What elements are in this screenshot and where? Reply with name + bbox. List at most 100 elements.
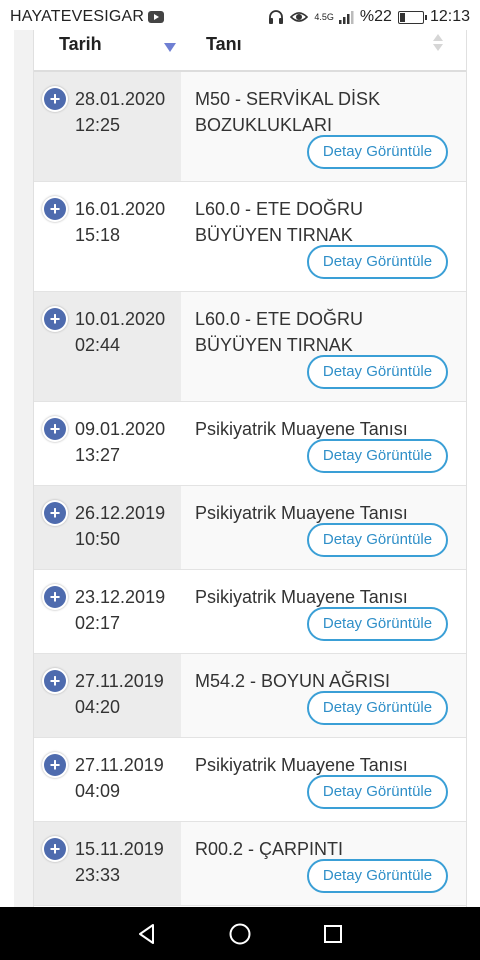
expand-row-icon[interactable]: + [44,670,66,692]
expand-row-icon[interactable]: + [44,838,66,860]
date-value: 09.01.2020 13:27 [75,416,165,468]
expand-row-icon[interactable]: + [44,308,66,330]
diagnosis-cell: Psikiyatrik Muayene Tanısı Detay Görüntül… [181,738,466,821]
expand-row-icon[interactable]: + [44,418,66,440]
detail-view-button[interactable]: Detay Görüntüle [307,691,448,725]
diagnosis-cell: M50 - SERVİKAL DİSK BOZUKLUKLARI Detay Gör… [181,72,466,181]
time-text: 02:44 [75,335,121,355]
date-value: 27.11.2019 04:20 [75,668,164,720]
time-text: 23:33 [75,865,121,885]
time-text: 15:18 [75,225,121,245]
time-text: 02:17 [75,613,121,633]
date-cell: +23.12.2019 02:17 [34,570,181,653]
table-row: +10.01.2020 02:44 L60.0 - ETE DOĞRU BÜYÜYEN… [34,292,466,402]
diagnosis-text: L60.0 - ETE DOĞRU BÜYÜYEN TIRNAK [195,196,445,248]
date-cell: +09.01.2020 13:27 [34,402,181,485]
time-text: 10:50 [75,529,121,549]
eye-comfort-icon [290,10,309,24]
diagnosis-table: Tarih Tanı +28.01.2020 12:25 M50 - SERVİKA… [33,30,467,910]
column-header-diagnosis[interactable]: Tanı [206,34,242,55]
detail-view-button[interactable]: Detay Görüntüle [307,607,448,641]
time-text: 13:27 [75,445,121,465]
date-cell: +15.11.2019 23:33 [34,822,181,905]
signal-strength-icon [338,10,354,24]
column-header-date[interactable]: Tarih [59,34,102,55]
time-text: 04:09 [75,781,121,801]
android-nav-bar [0,907,480,960]
diagnosis-cell: L60.0 - ETE DOĞRU BÜYÜYEN TIRNAK Detay Gör… [181,292,466,401]
notification-app-name: HAYATEVESIGAR [10,8,145,25]
time-text: 12:25 [75,115,121,135]
battery-percent: %22 [359,8,392,25]
date-text: 27.11.2019 [75,755,164,775]
content-background: Tarih Tanı +28.01.2020 12:25 M50 - SERVİKA… [14,30,467,910]
date-text: 16.01.2020 [75,199,166,219]
diagnosis-line: M50 - SERVİKAL DİSK [195,89,381,109]
clock: 12:13 [429,8,470,25]
date-text: 10.01.2020 [75,309,166,329]
date-cell: +26.12.2019 10:50 [34,486,181,569]
diagnosis-cell: Psikiyatrik Muayene Tanısı Detay Görüntül… [181,486,466,569]
expand-row-icon[interactable]: + [44,198,66,220]
home-icon[interactable] [228,922,252,946]
detail-view-button[interactable]: Detay Görüntüle [307,775,448,809]
battery-icon [397,10,427,24]
detail-view-button[interactable]: Detay Görüntüle [307,859,448,893]
diagnosis-cell: Psikiyatrik Muayene Tanısı Detay Görüntül… [181,570,466,653]
table-header: Tarih Tanı [34,30,466,72]
detail-view-button[interactable]: Detay Görüntüle [307,135,448,169]
diagnosis-cell: R00.2 - ÇARPINTI Detay Görüntüle [181,822,466,905]
table-row: +27.11.2019 04:09 Psikiyatrik Muayene Tanı… [34,738,466,822]
expand-row-icon[interactable]: + [44,754,66,776]
date-value: 27.11.2019 04:09 [75,752,164,804]
diagnosis-cell: L60.0 - ETE DOĞRU BÜYÜYEN TIRNAK Detay Gör… [181,182,466,291]
detail-view-button[interactable]: Detay Görüntüle [307,439,448,473]
date-text: 09.01.2020 [75,419,166,439]
date-cell: +27.11.2019 04:20 [34,654,181,737]
diagnosis-line: L60.0 - ETE DOĞRU [195,199,364,219]
table-row: +26.12.2019 10:50 Psikiyatrik Muayene Tanı… [34,486,466,570]
table-row: +28.01.2020 12:25 M50 - SERVİKAL DİSK BOZUK… [34,72,466,182]
network-type-label: 4.5G [314,11,334,22]
date-value: 26.12.2019 10:50 [75,500,165,552]
diagnosis-text: L60.0 - ETE DOĞRU BÜYÜYEN TIRNAK [195,306,445,358]
back-icon[interactable] [135,922,159,946]
table-row: +27.11.2019 04:20 M54.2 - BOYUN AĞRISI Deta… [34,654,466,738]
date-value: 28.01.2020 12:25 [75,86,165,138]
date-value: 10.01.2020 02:44 [75,306,165,358]
detail-view-button[interactable]: Detay Görüntüle [307,245,448,279]
recent-apps-icon[interactable] [321,922,345,946]
detail-view-button[interactable]: Detay Görüntüle [307,523,448,557]
youtube-notification-icon [148,11,165,23]
date-text: 28.01.2020 [75,89,166,109]
date-text: 26.12.2019 [75,503,166,523]
table-row: +15.11.2019 23:33 R00.2 - ÇARPINTI Detay Gö… [34,822,466,906]
table-row: +16.01.2020 15:18 L60.0 - ETE DOĞRU BÜYÜYEN… [34,182,466,292]
expand-row-icon[interactable]: + [44,502,66,524]
date-value: 16.01.2020 15:18 [75,196,165,248]
sort-both-icon[interactable] [433,34,445,54]
diagnosis-line: L60.0 - ETE DOĞRU [195,309,364,329]
date-cell: +27.11.2019 04:09 [34,738,181,821]
status-bar: HAYATEVESIGAR 4.5G %22 12:13 [0,0,480,34]
date-text: 23.12.2019 [75,587,166,607]
diagnosis-cell: M54.2 - BOYUN AĞRISI Detay Görüntüle [181,654,466,737]
table-row: +23.12.2019 02:17 Psikiyatrik Muayene Tanı… [34,570,466,654]
headphones-icon [268,9,284,25]
expand-row-icon[interactable]: + [44,586,66,608]
date-cell: +28.01.2020 12:25 [34,72,181,181]
date-value: 23.12.2019 02:17 [75,584,165,636]
sort-descending-icon[interactable] [164,43,176,52]
date-text: 15.11.2019 [75,839,164,859]
diagnosis-text: M50 - SERVİKAL DİSK BOZUKLUKLARI [195,86,445,138]
expand-row-icon[interactable]: + [44,88,66,110]
detail-view-button[interactable]: Detay Görüntüle [307,355,448,389]
diagnosis-cell: Psikiyatrik Muayene Tanısı Detay Görüntül… [181,402,466,485]
date-cell: +16.01.2020 15:18 [34,182,181,291]
date-cell: +10.01.2020 02:44 [34,292,181,401]
time-text: 04:20 [75,697,121,717]
table-row: +09.01.2020 13:27 Psikiyatrik Muayene Tanı… [34,402,466,486]
date-text: 27.11.2019 [75,671,164,691]
date-value: 15.11.2019 23:33 [75,836,164,888]
battery-level-fill [399,12,405,22]
